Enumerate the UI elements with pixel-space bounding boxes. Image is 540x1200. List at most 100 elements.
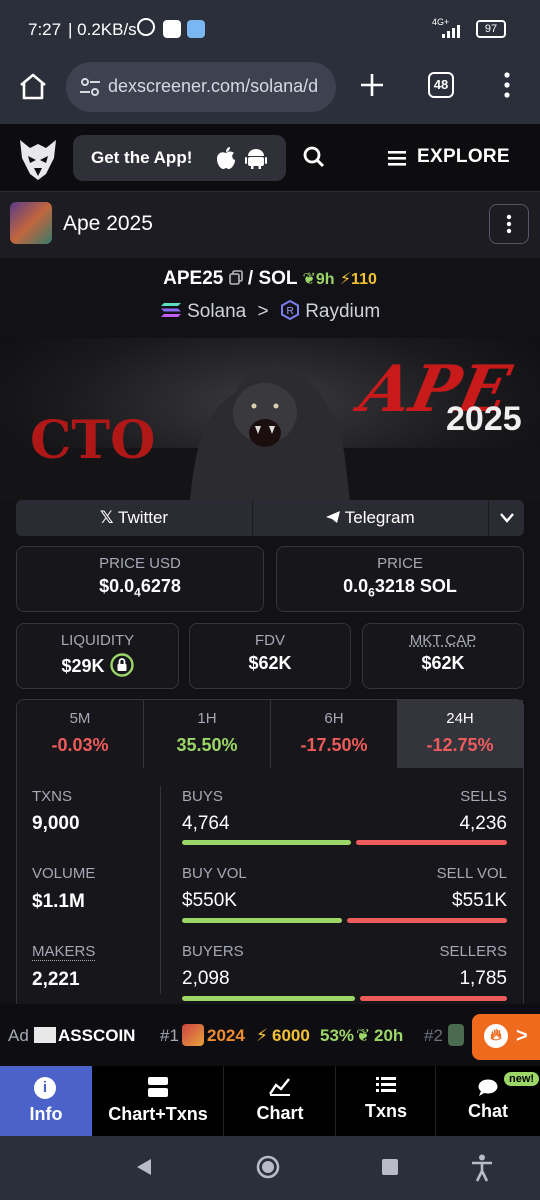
raydium-icon: R [280,299,299,321]
nav-chart[interactable]: Chart [224,1066,336,1136]
tab-6h-value: -17.50% [300,735,368,755]
trend-change: 53% [320,1026,355,1045]
trend-token-icon [182,1024,204,1046]
fdv-card: FDV $62K [189,623,351,689]
token-avatar [10,202,52,244]
volume-value: $1.1M [32,891,85,912]
liquidity-label: LIQUIDITY [60,632,135,649]
price-label: PRICE [377,555,423,572]
hamburger-icon[interactable] [388,151,406,166]
sellers-value: 1,785 [459,968,507,989]
buyvol-value: $550K [182,890,237,911]
tab-24h[interactable]: 24H -12.75% [397,700,523,768]
chevron-down-icon[interactable] [500,513,514,523]
get-app-button[interactable]: Get the App! [73,135,286,181]
tab-1h[interactable]: 1H 35.50% [143,700,270,768]
new-badge: new! [504,1072,540,1086]
ad-name[interactable]: ASSCOIN [58,1026,135,1046]
url-bar[interactable]: dexscreener.com/solana/d [66,62,336,112]
nav-txns[interactable]: Txns [336,1066,436,1136]
signal-icon [442,25,460,38]
telegram-button[interactable]: Telegram [253,500,489,536]
buyers-label: BUYERS [182,943,244,960]
banner-year-text: 2025 [446,400,522,438]
tab-5m[interactable]: 5M -0.03% [17,700,143,768]
liquidity-value-row: $29K [17,653,178,677]
liquidity-card: LIQUIDITY $29K [16,623,179,689]
twitter-button[interactable]: 𝕏 Twitter [16,500,253,536]
ad-logo-icon [34,1027,56,1043]
tab-6h[interactable]: 6H -17.50% [270,700,397,768]
lock-icon[interactable] [109,653,134,677]
apple-icon [217,147,235,169]
token-menu-button[interactable] [489,204,529,244]
recents-icon[interactable] [382,1159,398,1175]
tab-24h-value: -12.75% [426,735,494,755]
solana-icon [160,303,181,317]
nav-chat[interactable]: new! Chat [436,1066,540,1136]
chain-name[interactable]: Solana [187,301,246,322]
liquidity-value: $29K [61,656,105,676]
price-usd-label: PRICE USD [99,555,181,572]
back-icon[interactable] [136,1158,152,1176]
sellvol-value: $551K [452,890,507,911]
search-app-icon [187,20,205,38]
new-tab-icon[interactable] [359,72,385,98]
txns-value: 9,000 [32,813,80,834]
accessibility-icon[interactable] [470,1154,494,1182]
sprout-icon: ❦ [302,271,316,288]
tab-switcher[interactable]: 48 [428,72,454,98]
sellers-bar [360,996,507,1001]
nav-info[interactable]: i Info [0,1066,92,1136]
price-usd-card: PRICE USD $0.046278 [16,546,264,612]
sells-label: SELLS [460,788,507,805]
sellvol-label: SELL VOL [436,865,507,882]
site-settings-icon[interactable] [80,78,100,96]
overflow-menu-icon[interactable] [502,72,512,98]
chat-icon [478,1079,498,1096]
trend-age: 20h [374,1026,404,1045]
nav-chart-txns[interactable]: Chart+Txns [92,1066,224,1136]
pair-age: 9h [315,271,335,288]
home-icon[interactable] [18,72,48,100]
stats-panel: TXNS 9,000 VOLUME $1.1M MAKERS 2,221 BUY… [16,768,524,1004]
buyvol-label: BUY VOL [182,865,247,882]
social-links: 𝕏 Twitter Telegram [16,500,524,536]
buyers-bar [182,996,355,1001]
mktcap-card: MKT CAP $62K [362,623,524,689]
makers-label[interactable]: MAKERS [32,943,96,961]
trend-boost: 6000 [272,1026,310,1045]
screen: { "status_bar": { "time": "7:27", "speed… [0,0,540,1200]
search-icon[interactable] [303,146,325,168]
nav-chat-label: Chat [468,1101,508,1121]
trend-lightning-icon: ⚡ [256,1026,268,1045]
trend-sprout-icon: ❦ [356,1026,371,1045]
lightning-icon: ⚡ [339,271,352,288]
tab-24h-label: 24H [446,710,474,727]
buys-bar [182,840,351,845]
chevron-right-icon: > [516,1025,528,1047]
copy-icon[interactable] [228,270,243,285]
base-symbol: APE25 [163,268,224,289]
trending-expand-button[interactable]: 🔥︎ > [472,1014,540,1060]
browser-toolbar: dexscreener.com/solana/d 48 [0,58,540,124]
chain-row: Solana > R Raydium [0,299,540,323]
rank-1: #1 [160,1026,179,1045]
tab-5m-value: -0.03% [51,735,109,755]
makers-value: 2,221 [32,969,80,990]
sellvol-bar [347,918,507,923]
kebab-icon [506,214,512,234]
home-nav-icon[interactable] [256,1155,280,1179]
mktcap-value: $62K [421,653,465,673]
list-icon [376,1077,396,1092]
dexscreener-logo-icon[interactable] [18,136,58,180]
trend-name[interactable]: 2024 [207,1026,245,1046]
dex-name[interactable]: Raydium [305,301,380,322]
txns-label: TXNS [32,788,73,805]
url-text: dexscreener.com/solana/d [108,76,319,96]
explore-button[interactable]: EXPLORE [417,146,510,168]
alarm-icon [137,18,155,36]
bottom-nav: i Info Chart+Txns Chart Txns new! Chat [0,1066,540,1136]
twitter-label: Twitter [118,508,169,527]
mktcap-label[interactable]: MKT CAP [363,632,523,649]
